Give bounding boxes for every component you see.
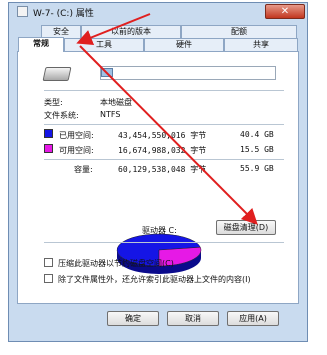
divider [44, 242, 284, 243]
properties-dialog: W-7- (C:) 属性 ✕ 安全 以前的版本 配额 常规 工具 硬件 共享 类… [8, 2, 308, 342]
ok-button[interactable]: 确定 [107, 311, 159, 326]
divider [44, 159, 284, 160]
index-checkbox[interactable] [44, 274, 53, 283]
disk-usage-pie-chart [116, 233, 202, 274]
general-panel: 类型: 本地磁盘 文件系统: NTFS 已用空间: 43,454,550,016… [17, 51, 299, 304]
used-color-swatch [44, 129, 53, 138]
apply-button[interactable]: 应用(A) [227, 311, 279, 326]
close-icon: ✕ [280, 6, 290, 17]
fs-value: NTFS [100, 110, 121, 119]
used-bytes: 43,454,550,016 字节 [118, 131, 207, 140]
disk-cleanup-button[interactable]: 磁盘清理(D) [216, 220, 276, 235]
free-size: 15.5 GB [240, 145, 274, 154]
tab-tools[interactable]: 工具 [64, 38, 144, 51]
compress-checkbox-label: 压缩此驱动器以节约磁盘空间(C) [58, 259, 174, 268]
capacity-label: 容量: [74, 165, 93, 174]
window-title: W-7- (C:) 属性 [33, 9, 94, 19]
type-value: 本地磁盘 [100, 98, 132, 107]
close-button[interactable]: ✕ [265, 4, 305, 19]
divider [44, 90, 284, 91]
capacity-bytes: 60,129,538,048 字节 [118, 165, 207, 174]
tab-hardware[interactable]: 硬件 [144, 38, 224, 51]
tab-general[interactable]: 常规 [18, 37, 64, 52]
used-size: 40.4 GB [240, 130, 274, 139]
index-checkbox-label: 除了文件属性外，还允许索引此驱动器上文件的内容(I) [58, 275, 251, 284]
input-edit-icon [101, 68, 113, 77]
drive-letter-label: 驱动器 C: [142, 226, 177, 235]
type-label: 类型: [44, 98, 63, 107]
free-label: 可用空间: [59, 146, 94, 155]
tab-sharing[interactable]: 共享 [224, 38, 298, 51]
cancel-button[interactable]: 取消 [167, 311, 219, 326]
divider [44, 124, 284, 125]
tab-previous-versions[interactable]: 以前的版本 [81, 25, 181, 38]
free-color-swatch [44, 144, 53, 153]
window-icon [17, 6, 28, 17]
fs-label: 文件系统: [44, 111, 79, 120]
hard-drive-icon [42, 67, 72, 81]
used-label: 已用空间: [59, 131, 94, 140]
drive-name-input[interactable] [100, 66, 276, 80]
free-bytes: 16,674,988,032 字节 [118, 146, 207, 155]
capacity-size: 55.9 GB [240, 164, 274, 173]
title-bar[interactable]: W-7- (C:) 属性 ✕ [9, 3, 307, 21]
tab-quota[interactable]: 配额 [181, 25, 297, 38]
compress-checkbox[interactable] [44, 258, 53, 267]
